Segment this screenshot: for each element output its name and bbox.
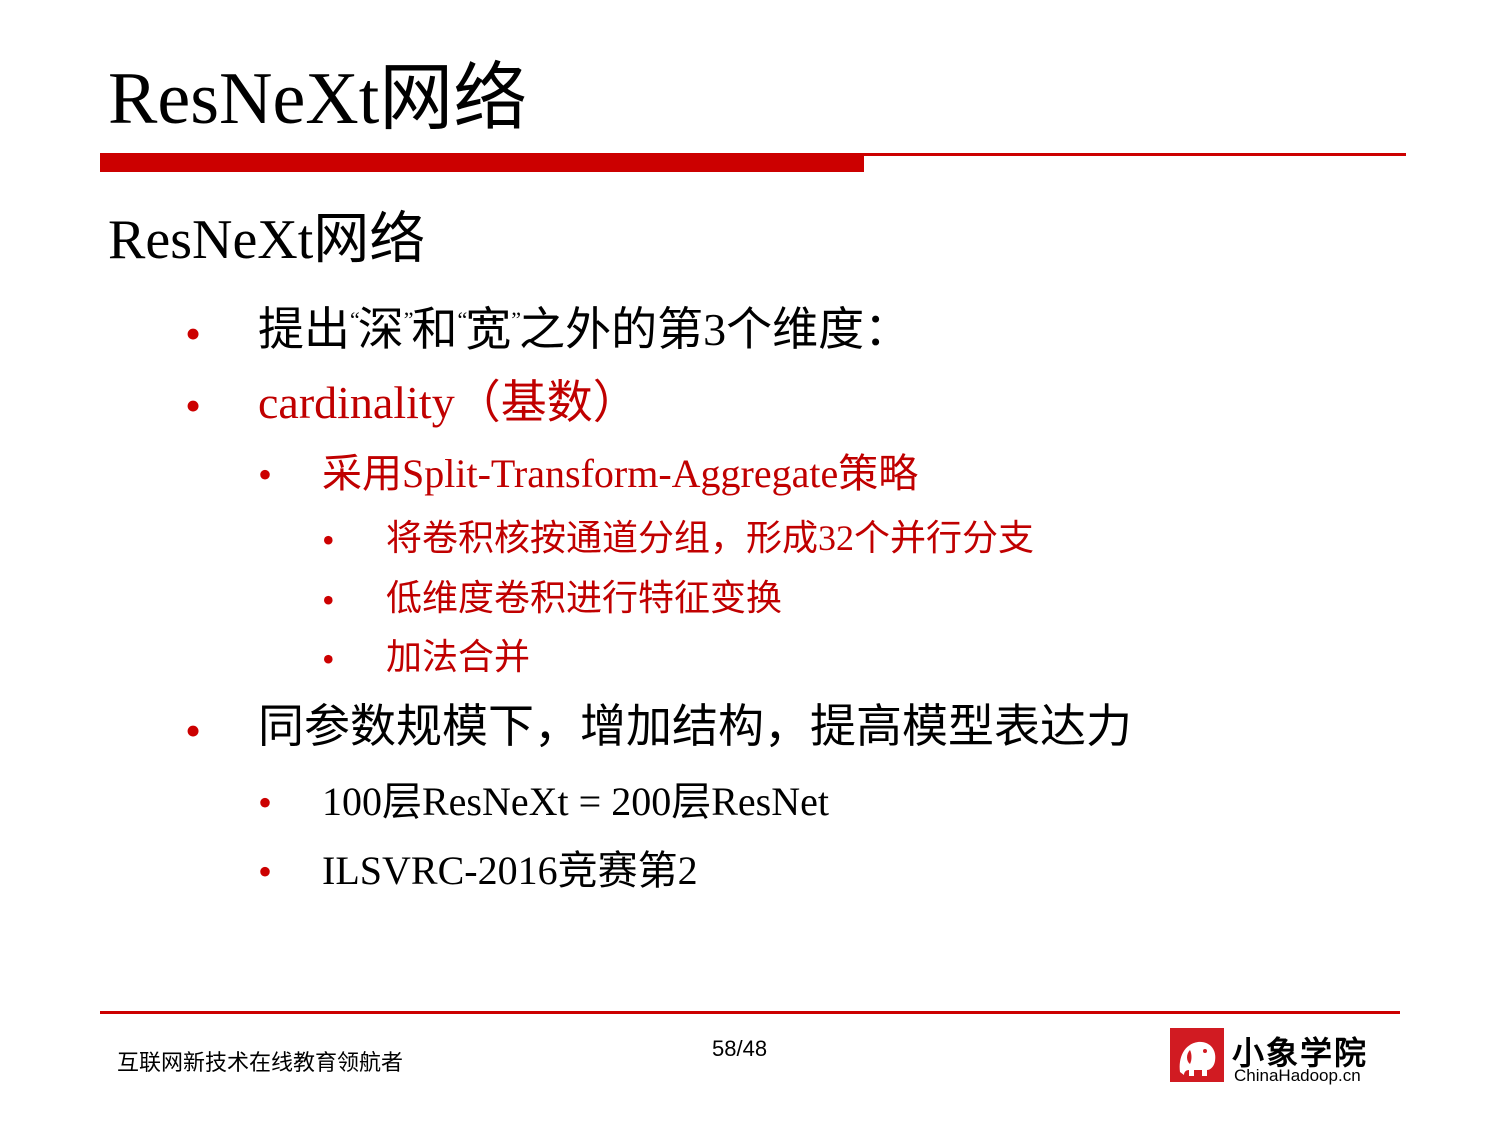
bullet-icon: •	[258, 780, 273, 825]
list-item: ILSVRC-2016竞赛第2	[322, 848, 698, 893]
page-number: 58/48	[712, 1036, 768, 1061]
footer-divider	[100, 1011, 1400, 1014]
bullet-icon: •	[258, 849, 273, 894]
bullet-icon: •	[322, 639, 335, 679]
title-underline-accent	[100, 153, 864, 172]
bullet-icon: •	[185, 705, 202, 756]
list-item: 提出“深”和“宽”之外的第3个维度：	[258, 304, 911, 355]
list-item: 低维度卷积进行特征变换	[386, 578, 783, 618]
footer-slogan: 互联网新技术在线教育领航者	[117, 1050, 404, 1075]
bullet-icon: •	[322, 520, 335, 560]
bullet-icon: •	[322, 580, 335, 620]
slide: ResNeXt网络 ResNeXt网络 • 提出“深”和“宽”之外的第3个维度：…	[0, 0, 1500, 1125]
list-item: 将卷积核按通道分组，形成32个并行分支	[386, 518, 1035, 558]
list-item: 采用Split-Transform-Aggregate策略	[322, 451, 919, 496]
section-heading: ResNeXt网络	[108, 209, 426, 271]
bullet-icon: •	[185, 308, 202, 359]
bullet-icon: •	[185, 380, 202, 431]
slide-title: ResNeXt网络	[108, 58, 528, 140]
brand-logo: 小象学院 ChinaHadoop.cn	[1170, 1028, 1390, 1086]
elephant-logo-icon	[1170, 1028, 1224, 1082]
logo-domain: ChinaHadoop.cn	[1234, 1066, 1361, 1085]
list-item: 加法合并	[386, 637, 531, 677]
list-item: 100层ResNeXt = 200层ResNet	[322, 779, 829, 824]
list-item: cardinality（基数）	[258, 377, 639, 428]
list-item: 同参数规模下，增加结构，提高模型表达力	[258, 701, 1132, 752]
bullet-icon: •	[258, 452, 273, 497]
